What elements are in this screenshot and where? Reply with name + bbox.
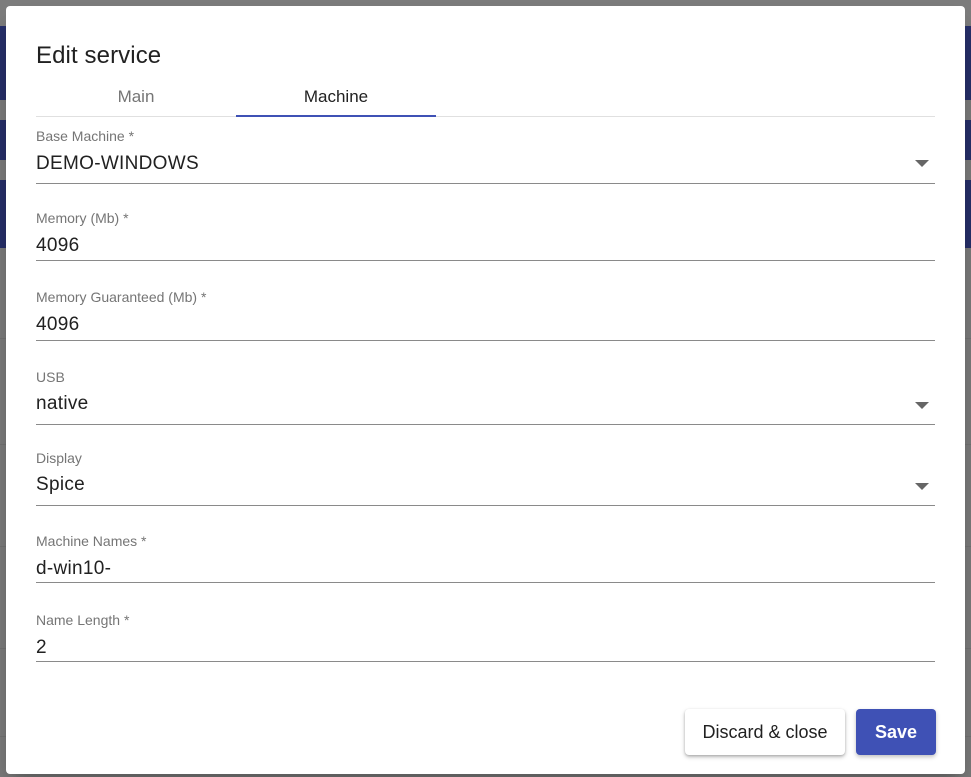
name-length-label: Name Length * <box>36 612 130 628</box>
field-underline <box>36 260 935 261</box>
base-machine-select[interactable]: Base Machine * DEMO-WINDOWS <box>36 128 935 184</box>
tab-main[interactable]: Main <box>36 82 236 116</box>
field-underline <box>36 505 935 506</box>
discard-close-button[interactable]: Discard & close <box>685 709 845 755</box>
memory-guaranteed-label: Memory Guaranteed (Mb) * <box>36 289 207 305</box>
usb-select[interactable]: USB native <box>36 369 935 425</box>
name-length-field[interactable]: Name Length * 2 <box>36 612 935 664</box>
memory-field[interactable]: Memory (Mb) * 4096 <box>36 210 935 262</box>
machine-names-field[interactable]: Machine Names * d-win10- <box>36 533 935 585</box>
machine-names-label: Machine Names * <box>36 533 147 549</box>
memory-guaranteed-value: 4096 <box>36 314 80 335</box>
display-select[interactable]: Display Spice <box>36 450 935 506</box>
base-machine-value: DEMO-WINDOWS <box>36 153 199 174</box>
memory-label: Memory (Mb) * <box>36 210 129 226</box>
memory-value: 4096 <box>36 235 80 256</box>
field-underline <box>36 661 935 662</box>
field-underline <box>36 582 935 583</box>
dropdown-arrow-icon[interactable] <box>915 402 929 409</box>
save-button[interactable]: Save <box>856 709 936 755</box>
dropdown-arrow-icon[interactable] <box>915 483 929 490</box>
field-underline <box>36 183 935 184</box>
memory-guaranteed-field[interactable]: Memory Guaranteed (Mb) * 4096 <box>36 289 935 341</box>
edit-service-dialog: Edit service Main Machine Base Machine *… <box>6 6 965 774</box>
base-machine-label: Base Machine * <box>36 128 135 144</box>
field-underline <box>36 424 935 425</box>
usb-value: native <box>36 393 89 414</box>
display-value: Spice <box>36 474 86 495</box>
usb-label: USB <box>36 369 65 385</box>
name-length-value: 2 <box>36 637 47 658</box>
dialog-title: Edit service <box>36 42 162 69</box>
display-label: Display <box>36 450 82 466</box>
machine-names-value: d-win10- <box>36 558 112 579</box>
tab-machine[interactable]: Machine <box>236 82 436 117</box>
dropdown-arrow-icon[interactable] <box>915 160 929 167</box>
field-underline <box>36 340 935 341</box>
tab-bar: Main Machine <box>36 82 935 117</box>
